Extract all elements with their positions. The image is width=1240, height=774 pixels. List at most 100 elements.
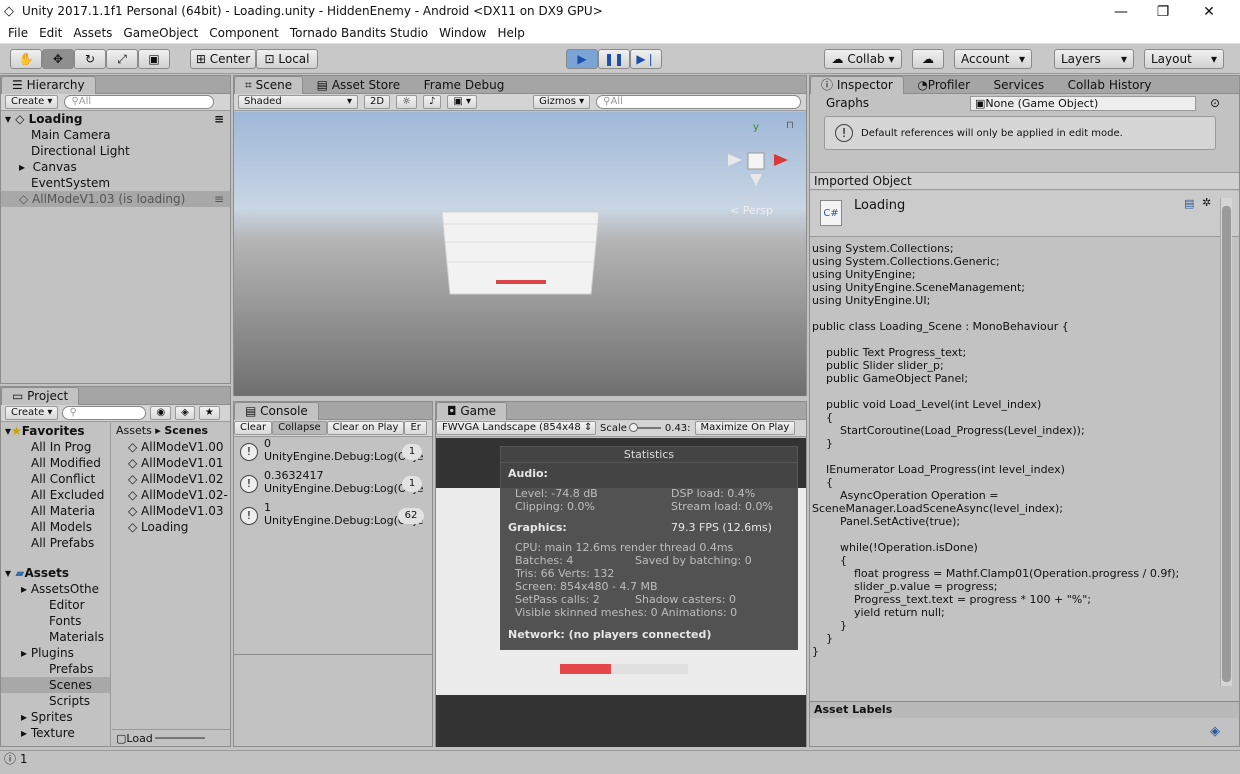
menu-gameobject[interactable]: GameObject — [123, 24, 198, 43]
help-book-icon[interactable]: ▤ — [1184, 197, 1194, 210]
asset-folder-item[interactable]: Materials — [1, 629, 110, 645]
scale-tool-icon[interactable]: ⤢ — [106, 49, 138, 69]
gizmo-neg-y-arrow[interactable] — [750, 174, 762, 186]
collab-dropdown[interactable]: ☁ Collab ▾ — [824, 49, 902, 69]
scene-root-loading[interactable]: ▾ ◇ Loading ≡ — [1, 111, 230, 127]
close-button[interactable]: ✕ — [1186, 0, 1232, 24]
gizmo-center-cube[interactable] — [747, 152, 765, 170]
tab-frame-debug[interactable]: Frame Debug — [414, 77, 515, 95]
menu-tornado-bandits[interactable]: Tornado Bandits Studio — [290, 24, 428, 43]
play-button[interactable]: ▶ — [566, 49, 598, 69]
object-picker-icon[interactable]: ⊙ — [1210, 96, 1220, 110]
pause-button[interactable]: ❚❚ — [598, 49, 630, 69]
pivot-center-button[interactable]: ⊞ Center — [190, 49, 256, 69]
asset-folder-item[interactable]: ▸ AssetsOthe — [1, 581, 110, 597]
hierarchy-item-main-camera[interactable]: Main Camera — [1, 127, 230, 143]
favorite-item[interactable]: All Models — [1, 519, 110, 535]
tab-services[interactable]: Services — [984, 77, 1055, 95]
asset-folder-item[interactable]: ▸ Texture — [1, 725, 110, 741]
maximize-button[interactable]: ❐ — [1140, 0, 1186, 24]
tab-asset-store[interactable]: ▤ Asset Store — [307, 77, 411, 95]
label-tag-icon[interactable]: ◈ — [1210, 724, 1220, 739]
account-dropdown[interactable]: Account ▾ — [954, 49, 1032, 69]
scale-slider[interactable] — [628, 423, 661, 432]
scene-file-item[interactable]: ◇ AllModeV1.02 — [112, 471, 230, 487]
assets-folder[interactable]: ▾ ▰ Assets — [1, 565, 110, 581]
lighting-icon[interactable]: ☼ — [396, 95, 418, 109]
rect-tool-icon[interactable]: ▣ — [138, 49, 170, 69]
tab-hierarchy[interactable]: ☰ Hierarchy — [1, 76, 96, 94]
maximize-on-play-button[interactable]: Maximize On Play — [694, 421, 796, 435]
hierarchy-search-input[interactable]: ⚲All — [64, 95, 215, 109]
console-clear-button[interactable]: Clear — [234, 421, 273, 435]
tab-inspector[interactable]: ⓘ Inspector — [810, 76, 904, 94]
hierarchy-item-eventsystem[interactable]: EventSystem — [1, 175, 230, 191]
create-dropdown[interactable]: Create ▾ — [5, 95, 59, 109]
scene-menu-icon[interactable]: ≡ — [214, 191, 224, 207]
console-error-pause-button[interactable]: Er — [404, 421, 427, 435]
console-entry[interactable]: ! 0 UnityEngine.Debug:Log(Obje 1 — [234, 437, 432, 469]
favorite-item[interactable]: All Conflict — [1, 471, 110, 487]
project-create-dropdown[interactable]: Create ▾ — [5, 406, 59, 420]
lock-icon[interactable]: ⊓ — [786, 120, 794, 131]
favorite-item[interactable]: All Excluded — [1, 487, 110, 503]
favorite-item[interactable]: All Modified — [1, 455, 110, 471]
asset-folder-item[interactable]: Prefabs — [1, 661, 110, 677]
step-button[interactable]: ▶❘ — [630, 49, 662, 69]
asset-folder-item[interactable]: Fonts — [1, 613, 110, 629]
scene-file-item[interactable]: ◇ AllModeV1.03 — [112, 503, 230, 519]
scene-menu-icon[interactable]: ≡ — [214, 111, 224, 127]
asset-folder-item[interactable]: ▸ Sprites — [1, 709, 110, 725]
toggle-2d-button[interactable]: 2D — [364, 95, 391, 109]
tab-collab-history[interactable]: Collab History — [1058, 77, 1162, 95]
favorites-folder[interactable]: ▾ ★ Favorites — [1, 423, 110, 439]
graphs-object-field[interactable]: ▣None (Game Object) — [970, 95, 1196, 111]
menu-assets[interactable]: Assets — [73, 24, 112, 43]
status-text[interactable]: 1 — [20, 752, 28, 766]
scene-file-item[interactable]: ◇ AllModeV1.02- — [112, 487, 230, 503]
audio-icon[interactable]: ♪ — [423, 95, 442, 109]
rotate-tool-icon[interactable]: ↻ — [74, 49, 106, 69]
inspector-scrollbar[interactable] — [1220, 198, 1232, 686]
favorite-item[interactable]: All In Prog — [1, 439, 110, 455]
console-entry[interactable]: ! 0.3632417 UnityEngine.Debug:Log(Obje 1 — [234, 469, 432, 501]
resolution-dropdown[interactable]: FWVGA Landscape (854x48 ⇕ — [436, 421, 596, 435]
project-search-input[interactable]: ⚲ — [62, 406, 147, 420]
minimize-button[interactable]: — — [1098, 0, 1144, 24]
asset-folder-item-selected[interactable]: Scenes — [1, 677, 110, 693]
pivot-local-button[interactable]: ⊡ Local — [256, 49, 318, 69]
shading-mode-dropdown[interactable]: Shaded ▾ — [238, 95, 358, 109]
scene-file-item[interactable]: ◇ AllModeV1.00 — [112, 439, 230, 455]
console-collapse-button[interactable]: Collapse — [272, 421, 327, 435]
scene-file-item[interactable]: ◇ AllModeV1.01 — [112, 455, 230, 471]
asset-folder-item[interactable]: ▸ Plugins — [1, 645, 110, 661]
menu-window[interactable]: Window — [439, 24, 486, 43]
tab-project[interactable]: ▭ Project — [1, 387, 80, 405]
console-entry[interactable]: ! 1 UnityEngine.Debug:Log(Obje 62 — [234, 501, 432, 533]
scrollbar-thumb[interactable] — [1222, 206, 1231, 682]
scene-file-item[interactable]: ◇ Loading — [112, 519, 230, 535]
console-splitter[interactable] — [234, 654, 432, 655]
gear-icon[interactable]: ✲ — [1202, 196, 1211, 209]
filter-type-icon[interactable]: ◉ — [150, 406, 172, 420]
scene-root-allmode[interactable]: ◇ AllModeV1.03 (is loading) ≡ — [1, 191, 230, 207]
icon-size-slider[interactable] — [154, 737, 205, 739]
menu-component[interactable]: Component — [209, 24, 279, 43]
menu-edit[interactable]: Edit — [39, 24, 62, 43]
tab-game[interactable]: ◘ Game — [436, 402, 508, 420]
move-tool-icon[interactable]: ✥ — [42, 49, 74, 69]
scene-viewport[interactable]: y ⊓ < Persp — [234, 112, 806, 396]
hierarchy-item-canvas[interactable]: ▸ Canvas — [1, 159, 230, 175]
hand-tool-icon[interactable]: ✋ — [10, 49, 42, 69]
cloud-services-icon[interactable]: ☁ — [912, 49, 944, 69]
menu-help[interactable]: Help — [497, 24, 524, 43]
scene-search-input[interactable]: ⚲All — [596, 95, 802, 109]
layout-dropdown[interactable]: Layout ▾ — [1144, 49, 1224, 69]
game-viewport[interactable]: Statistics Audio: Level: -74.8 dB DSP lo… — [436, 438, 806, 747]
layers-dropdown[interactable]: Layers ▾ — [1054, 49, 1134, 69]
favorite-item[interactable]: All Materia — [1, 503, 110, 519]
asset-folder-item[interactable]: Scripts — [1, 693, 110, 709]
tab-console[interactable]: ▤ Console — [234, 402, 319, 420]
asset-folder-item[interactable]: Editor — [1, 597, 110, 613]
console-clear-on-play-button[interactable]: Clear on Play — [326, 421, 405, 435]
